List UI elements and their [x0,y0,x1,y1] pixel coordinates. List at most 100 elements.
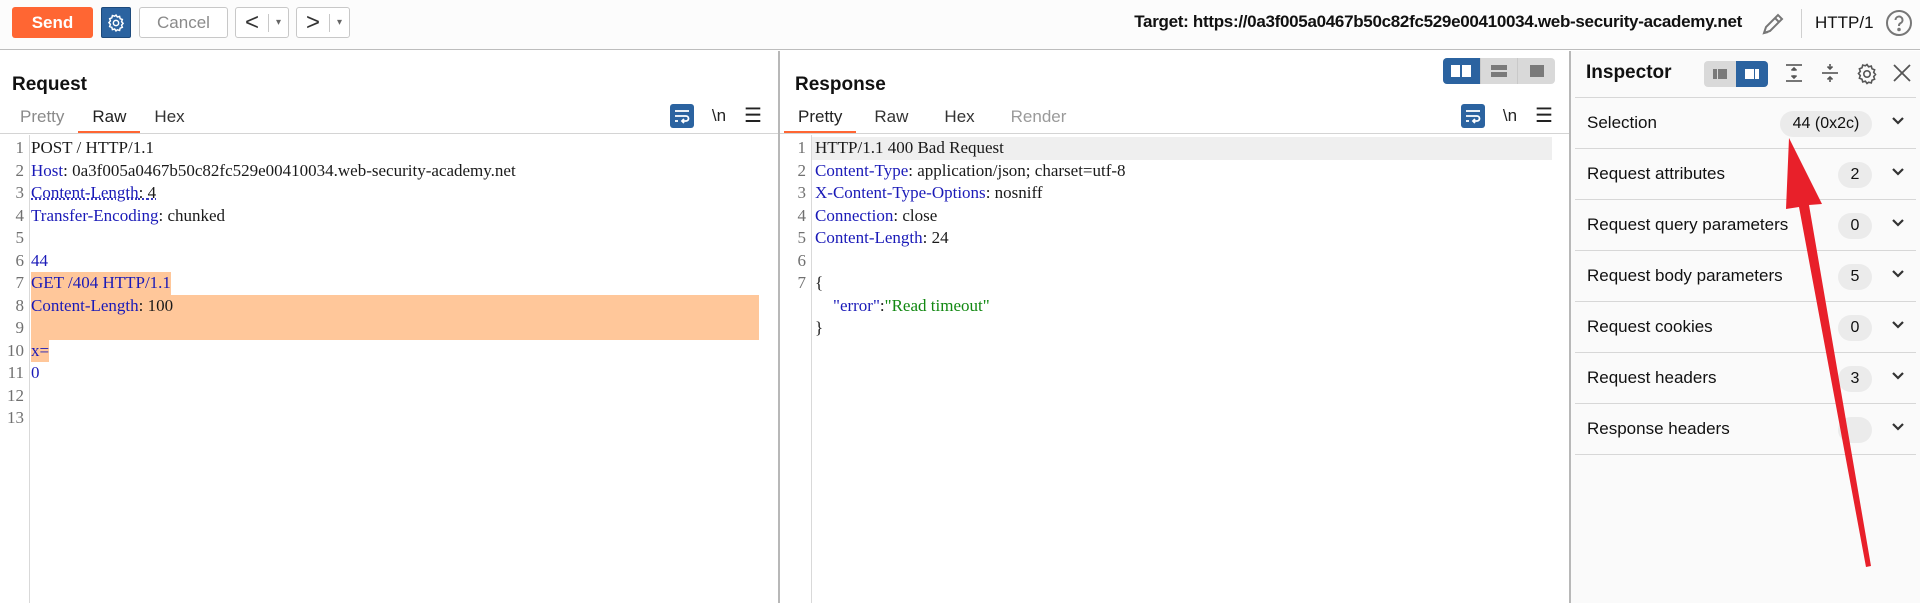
collapse-all-button[interactable] [1819,62,1841,89]
inspector-section-request-attributes[interactable]: Request attributes 2 [1575,148,1916,199]
line-content: "error":"Read timeout" [833,295,990,318]
tab-hex[interactable]: Hex [140,106,198,132]
line-content: POST / HTTP/1.1 [31,137,154,160]
inspector-dock-right-button[interactable] [1736,61,1768,87]
line-number: 3 [15,183,25,202]
code-line: 5 [0,227,778,250]
word-wrap-button[interactable] [1460,104,1485,128]
section-label: Response headers [1587,419,1730,438]
separator: : [138,295,148,315]
section-label: Request headers [1587,368,1717,387]
tab-raw[interactable]: Raw [856,106,926,132]
header-name: Content-Length [815,228,923,247]
word-wrap-button[interactable] [669,104,694,128]
tab-hex[interactable]: Hex [926,106,992,132]
code-line: 7{ [780,272,1569,295]
response-editor[interactable]: 1 HTTP/1.1 400 Bad Request 2 Content-Type: … [780,135,1569,603]
history-forward-button[interactable]: > ▾ [296,7,350,38]
line-content: } [815,317,823,340]
code-line: 3 X-Content-Type-Options: nosniff [780,182,1569,205]
chevron-down-icon[interactable] [1890,163,1906,184]
tab-raw[interactable]: Raw [78,106,141,134]
forward-dropdown-icon[interactable]: ▾ [330,17,349,28]
inspector-panel: Inspector Selection 44 (0x2c) Request attr… [1569,51,1920,603]
help-button[interactable] [1885,9,1913,42]
expand-all-button[interactable] [1783,62,1805,89]
chevron-down-icon[interactable] [1890,316,1906,337]
inspector-dock-left-button[interactable] [1704,61,1736,87]
header-name: 0 [31,363,40,382]
request-editor[interactable]: 1 POST / HTTP/1.1 2 Host: 0a3f005a0467b50c8… [0,135,778,603]
tab-divider [780,133,1569,134]
inspector-section-selection[interactable]: Selection 44 (0x2c) [1575,97,1916,148]
chevron-down-icon[interactable] [1890,214,1906,235]
back-arrow-icon: < [244,9,259,36]
repeater-settings-button[interactable] [101,7,131,38]
chevron-down-icon[interactable] [1890,112,1906,133]
code-line: 5 Content-Length: 24 [780,227,1569,250]
code-line: 2 Host: 0a3f005a0467b50c82fc529e00410034.… [0,160,778,183]
inspector-settings-button[interactable] [1855,62,1879,91]
line-number: 11 [7,363,24,382]
code-line: 4 Connection: close [780,205,1569,228]
header-name: POST / HTTP/1.1 [31,138,154,157]
layout-stacked-button[interactable] [1481,58,1519,84]
hamburger-menu-icon[interactable]: ☰ [1535,106,1553,126]
http-version-toggle[interactable]: HTTP/1 [1815,13,1874,33]
inspector-title: Inspector [1586,62,1672,83]
code-line: 12 [0,385,778,408]
hamburger-menu-icon[interactable]: ☰ [744,106,762,126]
count-badge: 2 [1838,162,1872,188]
request-pane: Request Pretty Raw Hex \n ☰ 1 POST / HTTP… [0,51,778,603]
inspector-section-response-headers[interactable]: Response headers [1575,403,1916,454]
count-badge: 44 (0x2c) [1780,111,1872,137]
send-button[interactable]: Send [12,7,93,38]
settings-gear-icon [107,13,125,32]
show-newlines-button[interactable]: \n [1503,106,1517,126]
tab-pretty[interactable]: Pretty [6,106,78,132]
inspector-section-request-query-parameters[interactable]: Request query parameters 0 [1575,199,1916,250]
back-dropdown-icon[interactable]: ▾ [269,17,288,28]
word-wrap-icon [674,110,690,124]
line-number: 8 [15,295,25,315]
edit-pencil-icon [1762,13,1784,35]
layout-side-by-side-button[interactable] [1443,58,1481,84]
request-tabs: Pretty Raw Hex [6,106,199,134]
chevron-down-icon[interactable] [1890,367,1906,388]
header-name: Content-Length [31,295,139,315]
separator: : [985,183,995,202]
line-content: Content-Type: application/json; charset=… [815,160,1126,183]
tab-render[interactable]: Render [993,106,1085,132]
count-badge: 5 [1838,264,1872,290]
inspector-section-request-cookies[interactable]: Request cookies 0 [1575,301,1916,352]
inspector-section-request-headers[interactable]: Request headers 3 [1575,352,1916,403]
close-inspector-button[interactable] [1891,62,1913,89]
header-name: Transfer-Encoding [31,205,159,225]
header-name: X-Content-Type-Options [815,183,986,202]
code-line: 13 [0,407,778,430]
code-line: 6 44 [0,250,778,273]
header-name: GET /404 HTTP/1.1 [31,273,171,292]
chevron-down-icon[interactable] [1890,265,1906,286]
panel-left-icon [1713,69,1727,79]
line-content: Connection: close [815,205,937,228]
header-value: nosniff [994,183,1043,202]
show-newlines-button[interactable]: \n [712,106,726,126]
code-line: 1 POST / HTTP/1.1 [0,137,778,160]
layout-single-button[interactable] [1518,58,1555,84]
cancel-button[interactable]: Cancel [139,7,228,38]
layout-toggle [1443,58,1555,84]
columns-icon [1451,65,1472,77]
line-number: 7 [797,273,807,292]
tab-pretty[interactable]: Pretty [784,106,857,134]
inspector-section-request-body-parameters[interactable]: Request body parameters 5 [1575,250,1916,301]
chevron-down-icon[interactable] [1890,418,1906,439]
edit-target-button[interactable] [1759,10,1787,43]
history-back-button[interactable]: < ▾ [235,7,289,38]
header-value: chunked [167,205,226,225]
line-content: 44 [31,250,48,273]
code-line: 3 Content-Length: 4 [0,182,778,205]
tab-divider [0,133,778,134]
json-key: "error" [833,295,880,315]
code-line: } [780,317,1569,340]
